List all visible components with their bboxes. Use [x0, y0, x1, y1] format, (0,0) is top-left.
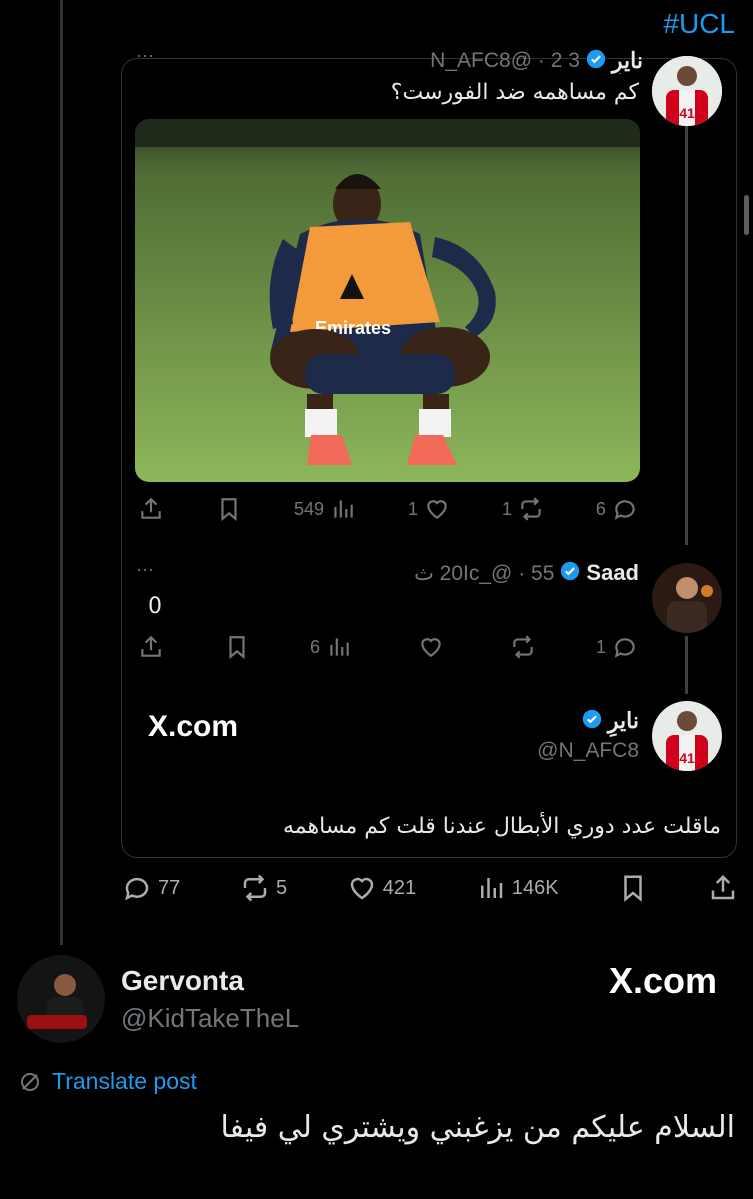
svg-text:41: 41	[679, 750, 695, 766]
like-button[interactable]: 421	[347, 873, 416, 903]
inner-thread-line	[685, 125, 688, 545]
reposts-count: 1	[501, 498, 512, 519]
author-name: Saad	[586, 560, 639, 585]
share-button[interactable]	[138, 496, 164, 522]
post-meta: 55 · @_20Ic ث	[414, 561, 555, 585]
reply-button[interactable]: 77	[122, 873, 180, 903]
replies-count: 77	[158, 876, 181, 899]
author-name: نايرِ	[607, 708, 639, 733]
bookmark-button[interactable]	[224, 634, 250, 660]
post-text: ماقلت عدد دوري الأبطال عندنا قلت كم مساه…	[283, 814, 721, 839]
reply-button[interactable]: 1	[596, 634, 638, 660]
views-count: 6	[309, 636, 320, 657]
reply-icon	[614, 638, 635, 658]
replies-count: 1	[595, 636, 606, 657]
translate-label: Translate post	[52, 1068, 197, 1094]
replies-count: 6	[595, 498, 606, 519]
hashtag-link[interactable]: #UCL	[663, 8, 735, 40]
thread-line	[60, 0, 63, 945]
share-icon	[141, 635, 161, 657]
likes-count: 421	[382, 876, 417, 899]
repost-button[interactable]: 5	[240, 873, 287, 903]
post-text: 0	[148, 594, 162, 619]
verified-icon	[586, 49, 606, 73]
views-count: 549	[293, 498, 324, 519]
reply-button[interactable]: 6	[596, 496, 638, 522]
reply-icon	[125, 877, 149, 901]
avatar[interactable]: 41	[652, 56, 722, 126]
avatar[interactable]: 41	[652, 701, 722, 771]
author-name: نايرِ	[611, 48, 643, 73]
share-button[interactable]	[708, 873, 738, 903]
reposts-count: 5	[275, 876, 288, 899]
bookmark-button[interactable]	[216, 496, 242, 522]
bookmark-icon	[221, 498, 237, 522]
author-name: Gervonta	[121, 965, 244, 996]
post-text: كم مساهمه ضد الفورست؟	[390, 80, 639, 105]
bookmark-button[interactable]	[618, 873, 648, 903]
heart-icon	[427, 500, 447, 519]
like-button[interactable]	[412, 634, 444, 660]
svg-text:41: 41	[679, 105, 695, 121]
repost-button[interactable]	[504, 634, 536, 660]
source-label: X.com	[608, 960, 717, 1001]
heart-icon	[350, 877, 374, 900]
scrollbar[interactable]	[744, 195, 749, 235]
bookmark-icon	[624, 875, 643, 902]
views-count: 146K	[511, 876, 559, 899]
post-text: السلام عليكم من يزغبني ويشتري لي فيفا	[220, 1110, 736, 1145]
repost-icon	[521, 497, 541, 521]
repost-button[interactable]: 1	[502, 496, 544, 522]
share-icon	[711, 874, 735, 900]
inner-thread-line	[685, 636, 688, 694]
bookmark-icon	[229, 636, 245, 660]
avatar[interactable]	[652, 563, 722, 633]
analytics-icon	[330, 638, 349, 656]
views-button[interactable]: 549	[294, 496, 356, 522]
author-handle: @KidTakeTheL	[121, 1003, 300, 1033]
more-options[interactable]: ···	[136, 559, 154, 580]
views-button[interactable]: 6	[310, 634, 352, 660]
repost-icon	[243, 874, 267, 902]
views-button[interactable]: 146K	[476, 873, 559, 903]
analytics-icon	[334, 500, 353, 518]
translate-post-link[interactable]: Translate post	[18, 1068, 197, 1095]
reply-icon	[614, 500, 635, 520]
share-icon	[141, 497, 161, 519]
like-button[interactable]: 1	[408, 496, 450, 522]
share-button[interactable]	[138, 634, 164, 660]
post-image[interactable]: Emirates	[135, 119, 640, 482]
source-label: X.com	[148, 710, 239, 743]
repost-icon	[513, 635, 533, 659]
likes-count: 1	[407, 498, 418, 519]
avatar[interactable]	[17, 955, 105, 1043]
post-meta: 3 2 · @N_AFC8	[430, 49, 580, 72]
more-options[interactable]: ···	[136, 45, 154, 66]
analytics-icon	[480, 878, 503, 898]
translate-icon	[21, 1072, 39, 1091]
author-handle: @N_AFC8	[537, 739, 639, 762]
verified-icon	[582, 709, 602, 733]
verified-icon	[560, 561, 580, 585]
heart-icon	[421, 638, 441, 657]
